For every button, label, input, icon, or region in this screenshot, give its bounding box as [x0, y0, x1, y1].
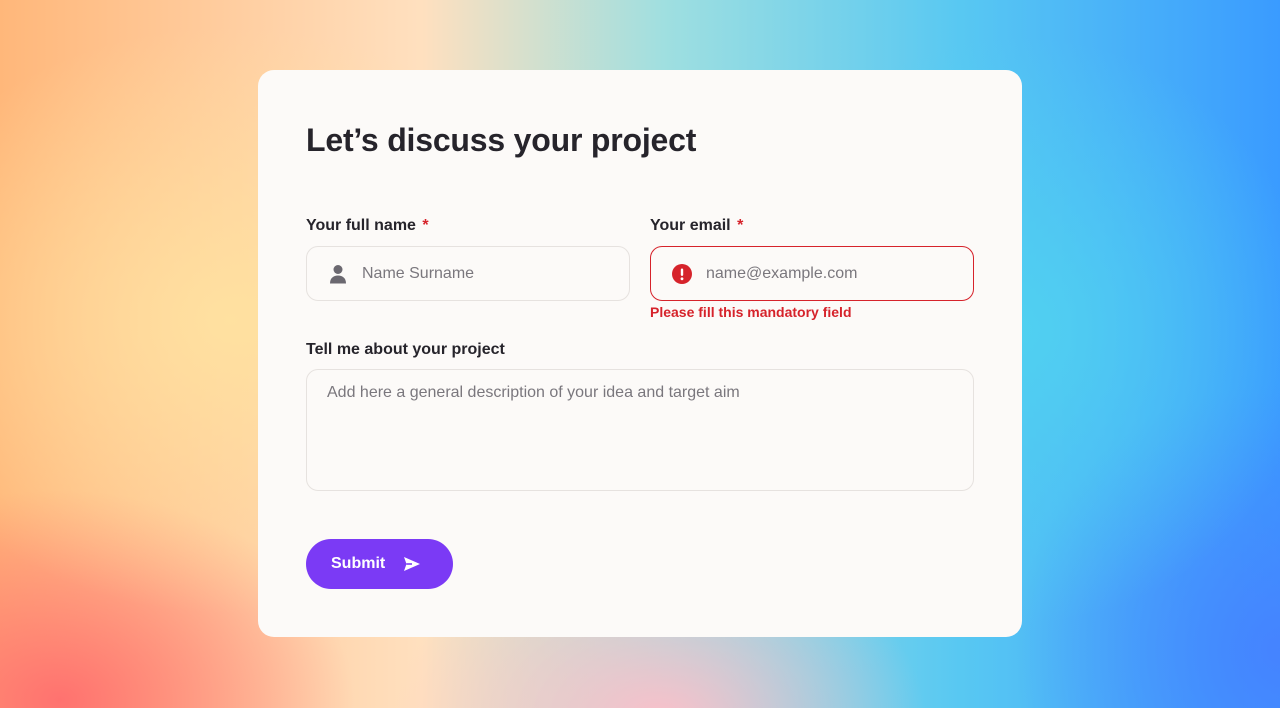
project-textarea-placeholder: Add here a general description of your i… [327, 384, 740, 401]
error-icon [672, 263, 692, 284]
name-input-placeholder: Name Surname [362, 264, 475, 282]
project-field-label: Tell me about your project [306, 341, 505, 358]
name-field-label: Your full name * [306, 217, 429, 235]
email-input[interactable]: name@example.com [650, 246, 974, 301]
required-mark: * [737, 217, 744, 234]
email-field-label: Your email * [650, 217, 743, 235]
submit-button[interactable]: Submit [306, 539, 453, 589]
send-icon [403, 556, 421, 572]
name-input[interactable]: Name Surname [306, 246, 630, 301]
email-error-message: Please fill this mandatory field [650, 304, 852, 320]
project-description-textarea[interactable]: Add here a general description of your i… [306, 369, 974, 491]
required-mark: * [422, 217, 429, 234]
name-label-text: Your full name [306, 217, 416, 234]
email-label-text: Your email [650, 217, 731, 234]
form-title: Let’s discuss your project [306, 122, 697, 158]
contact-form-card: Let’s discuss your project Your full nam… [258, 70, 1022, 637]
email-input-placeholder: name@example.com [706, 264, 858, 282]
submit-label: Submit [331, 555, 386, 572]
user-icon [328, 264, 348, 284]
